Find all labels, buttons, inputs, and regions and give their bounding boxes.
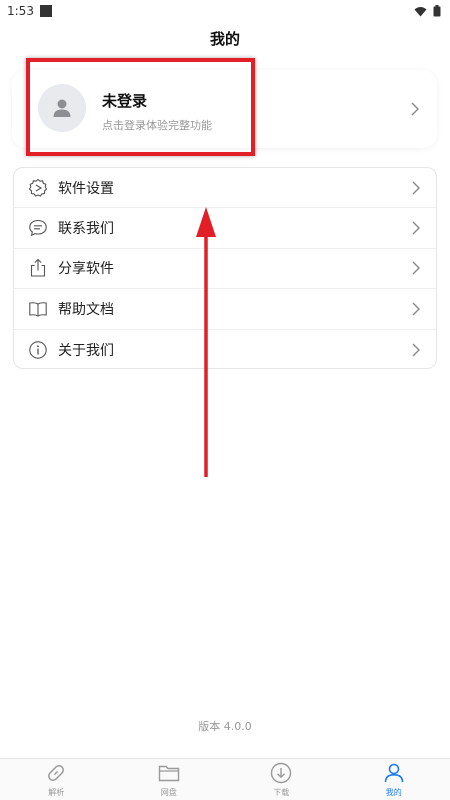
tab-label: 下载 xyxy=(273,788,290,797)
status-left: 1:53 xyxy=(7,4,52,18)
share-icon xyxy=(28,258,48,278)
chevron-right-icon xyxy=(412,343,420,357)
menu-item-label: 联系我们 xyxy=(58,221,114,238)
menu-item-help[interactable]: 帮助文档 xyxy=(14,289,436,330)
menu-item-about[interactable]: 关于我们 xyxy=(14,330,436,368)
battery-icon xyxy=(433,5,441,17)
version-label: 版本 4.0.0 xyxy=(198,720,252,733)
book-icon xyxy=(28,299,48,319)
info-icon xyxy=(28,340,48,360)
chat-icon xyxy=(28,218,48,238)
chevron-right-icon xyxy=(412,181,420,195)
profile-name: 未登录 xyxy=(102,92,148,110)
menu-item-settings[interactable]: 软件设置 xyxy=(14,168,436,209)
status-right xyxy=(414,5,441,17)
chevron-right-icon xyxy=(412,302,420,316)
tab-cloud[interactable]: 网盘 xyxy=(113,761,225,798)
menu-item-contact[interactable]: 联系我们 xyxy=(14,208,436,249)
menu-item-label: 关于我们 xyxy=(58,342,114,359)
chevron-right-icon xyxy=(412,221,420,235)
chevron-right-icon xyxy=(411,102,419,116)
page-title: 我的 xyxy=(209,30,240,48)
link-icon xyxy=(48,765,65,781)
chevron-right-icon xyxy=(412,261,420,275)
tab-parse[interactable]: 解析 xyxy=(0,761,112,798)
notification-icon xyxy=(39,5,52,17)
wifi-icon xyxy=(414,6,427,16)
folder-icon xyxy=(158,765,179,782)
person-icon xyxy=(53,99,71,117)
tab-mine[interactable]: 我的 xyxy=(338,761,450,798)
menu-item-label: 帮助文档 xyxy=(58,301,114,318)
menu-list: 软件设置 联系我们 分享软件 帮助文档 关于我们 xyxy=(13,167,437,369)
tab-label: 网盘 xyxy=(160,788,177,797)
tab-bar: 解析 网盘 下载 我的 xyxy=(0,758,450,800)
tab-label: 解析 xyxy=(48,788,65,797)
user-icon xyxy=(384,763,404,783)
menu-item-share[interactable]: 分享软件 xyxy=(14,249,436,290)
screen: 1:53 我的 未登录 点击登录体验完整功能 软件设置 联系我们 分享软件 帮助… xyxy=(0,0,450,800)
download-icon xyxy=(271,762,292,784)
status-time: 1:53 xyxy=(7,4,34,18)
profile-subtitle: 点击登录体验完整功能 xyxy=(102,119,212,132)
menu-item-label: 分享软件 xyxy=(58,261,114,278)
menu-item-label: 软件设置 xyxy=(58,180,114,197)
tab-download[interactable]: 下载 xyxy=(225,761,337,798)
settings-icon xyxy=(28,178,48,198)
avatar[interactable] xyxy=(38,84,86,132)
status-bar: 1:53 xyxy=(0,0,450,22)
profile-card[interactable]: 未登录 点击登录体验完整功能 xyxy=(12,70,437,148)
tab-label: 我的 xyxy=(385,788,402,797)
